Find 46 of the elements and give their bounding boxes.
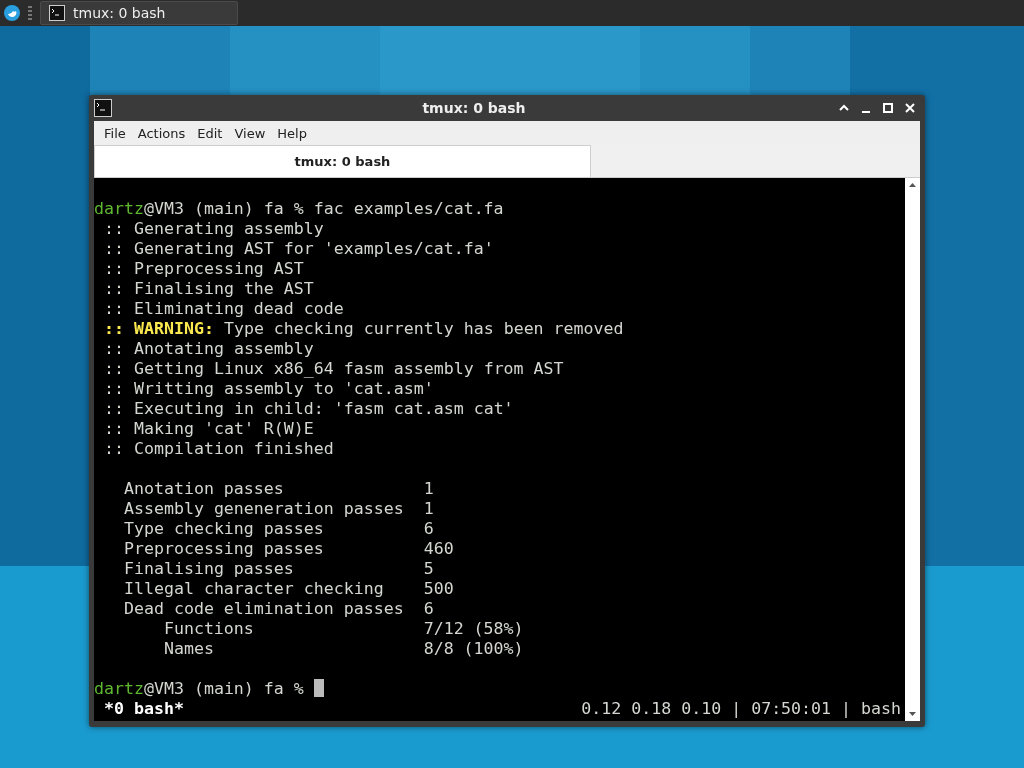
tmux-status-info: 0.12 0.18 0.10 | 07:50:01 | bash <box>581 699 902 719</box>
log-line: :: Finalising the AST <box>103 279 314 298</box>
stat-label: Anotation passes <box>123 479 284 498</box>
stat-value: 6 <box>423 599 434 619</box>
log-line: :: Executing in child: 'fasm cat.asm cat' <box>103 399 514 418</box>
log-line: :: Getting Linux x86_64 fasm assembly from AST <box>103 359 564 378</box>
terminal-icon <box>49 5 65 21</box>
tmux-window-label: *0 bash* <box>103 699 184 719</box>
log-line: :: Preprocessing AST <box>103 259 304 278</box>
menu-item[interactable]: File <box>98 125 132 141</box>
stat-label: Finalising passes <box>123 559 294 578</box>
stat-value: 6 <box>423 519 434 539</box>
log-line: :: Writting assembly to 'cat.asm' <box>103 379 434 398</box>
prompt-line: dartz@VM3 (main) fa % <box>94 679 305 698</box>
stat-label: Dead code elimination passes <box>123 599 404 618</box>
bird-logo-icon[interactable] <box>4 5 20 21</box>
menu-item[interactable]: View <box>228 125 272 141</box>
stat-value: 500 <box>423 579 454 599</box>
stat-label: Illegal character checking <box>123 579 384 598</box>
prompt-line: dartz@VM3 (main) fa % fac examples/cat.fa <box>94 199 504 218</box>
terminal-icon <box>94 99 112 117</box>
log-line: :: Compilation finished <box>103 439 334 458</box>
stat-value: 7/12 (58%) <box>423 619 524 639</box>
warning-line: :: WARNING: Type checking currently has been removed <box>103 319 624 338</box>
taskbar-button[interactable]: tmux: 0 bash <box>40 1 238 25</box>
stat-label: Preprocessing passes <box>123 539 324 558</box>
stat-label: Names <box>163 639 214 658</box>
stat-label: Type checking passes <box>123 519 324 538</box>
stat-value: 8/8 (100%) <box>423 639 524 659</box>
log-line: :: Generating AST for 'examples/cat.fa' <box>103 239 494 258</box>
menu-item[interactable]: Actions <box>131 125 192 141</box>
window-title: tmux: 0 bash <box>421 100 527 116</box>
menu-item[interactable]: Help <box>271 125 313 141</box>
menu-item[interactable]: Edit <box>191 125 229 141</box>
stat-value: 1 <box>423 499 434 519</box>
log-line: :: Generating assembly <box>103 219 324 238</box>
stat-value: 1 <box>423 479 434 499</box>
stat-label: Assembly geneneration passes <box>123 499 404 518</box>
log-line: :: Making 'cat' R(W)E <box>103 419 314 438</box>
stat-value: 5 <box>423 559 434 579</box>
log-line: :: Eliminating dead code <box>103 299 344 318</box>
maximize-button[interactable] <box>880 100 896 116</box>
stat-label: Functions <box>163 619 254 638</box>
log-line: :: Anotating assembly <box>103 339 314 358</box>
tab[interactable]: tmux: 0 bash <box>94 145 591 177</box>
stat-value: 460 <box>423 539 454 559</box>
